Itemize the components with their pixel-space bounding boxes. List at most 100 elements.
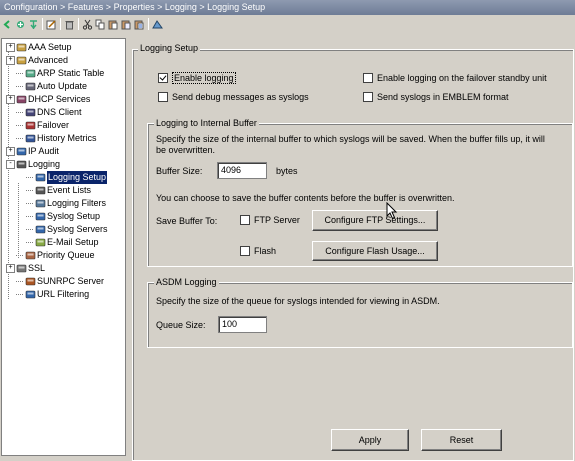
- tree-item-syslog-servers[interactable]: Syslog Servers: [26, 223, 108, 236]
- breadcrumb: Configuration > Features > Properties > …: [0, 0, 575, 15]
- tree-item-label: Event Lists: [47, 185, 92, 195]
- send-debug-checkbox[interactable]: Send debug messages as syslogs: [158, 92, 309, 102]
- flash-label: Flash: [254, 246, 277, 256]
- tree-item-e-mail-setup[interactable]: E-Mail Setup: [26, 236, 99, 249]
- pin-icon[interactable]: [28, 17, 39, 31]
- page-title: Logging Setup: [138, 43, 201, 54]
- tree-item-logging-setup[interactable]: Logging Setup: [26, 171, 108, 184]
- tree-connector: [16, 86, 23, 87]
- flash-checkbox[interactable]: Flash: [240, 246, 276, 256]
- tree-item-failover[interactable]: Failover: [16, 119, 69, 132]
- expand-icon[interactable]: +: [6, 43, 15, 52]
- send-emblem-checkbox[interactable]: Send syslogs in EMBLEM format: [363, 92, 509, 102]
- back-icon[interactable]: [2, 17, 13, 31]
- audit-icon: [16, 146, 27, 157]
- expand-icon[interactable]: +: [6, 147, 15, 156]
- tree-item-syslog-setup[interactable]: Syslog Setup: [26, 210, 100, 223]
- paste-icon[interactable]: [108, 17, 119, 31]
- tree-item-dns-client[interactable]: DNS Client: [16, 106, 82, 119]
- enable-logging-checkbox[interactable]: Enable logging: [158, 72, 236, 84]
- send-debug-box[interactable]: [158, 92, 168, 102]
- send-emblem-box[interactable]: [363, 92, 373, 102]
- enable-failover-logging-checkbox[interactable]: Enable logging on the failover standby u…: [363, 73, 547, 83]
- delete-icon[interactable]: [64, 17, 75, 31]
- tree-item-history-metrics[interactable]: History Metrics: [16, 132, 97, 145]
- queue-size-input[interactable]: 100: [218, 316, 267, 333]
- tree-item-label: DHCP Services: [28, 94, 91, 104]
- queue-icon: [25, 250, 36, 261]
- tree-item-label: IP Audit: [28, 146, 59, 156]
- tree-item-label: History Metrics: [37, 133, 97, 143]
- cut-icon[interactable]: [82, 17, 93, 31]
- tree-item-logging[interactable]: - Logging: [6, 158, 60, 171]
- tree-item-advanced[interactable]: + Advanced: [6, 54, 68, 67]
- flash-box[interactable]: [240, 246, 250, 256]
- feature-tree: + AAA Setup + Advanced ARP Static Table Auto …: [1, 38, 126, 456]
- ftp-server-box[interactable]: [240, 215, 250, 225]
- tree-item-label: SUNRPC Server: [37, 276, 105, 286]
- tree-item-label: AAA Setup: [28, 42, 72, 52]
- tree-item-auto-update[interactable]: Auto Update: [16, 80, 87, 93]
- buffer-description-line2: be overwritten.: [156, 145, 216, 155]
- tree-item-label: Logging: [28, 159, 61, 169]
- tree-item-label: Syslog Servers: [47, 224, 108, 234]
- tree-connector: [26, 229, 33, 230]
- buffer-size-input[interactable]: 4096: [217, 162, 267, 179]
- tree-item-label: Failover: [37, 120, 70, 130]
- copy-icon[interactable]: [95, 17, 106, 31]
- tree-item-arp-static-table[interactable]: ARP Static Table: [16, 67, 104, 80]
- ftp-server-checkbox[interactable]: FTP Server: [240, 215, 300, 225]
- list-icon: [35, 185, 46, 196]
- asdm-logging-group: [147, 282, 573, 348]
- tree-item-dhcp-services[interactable]: + DHCP Services: [6, 93, 90, 106]
- log-icon: [16, 159, 27, 170]
- buffer-size-unit: bytes: [276, 166, 298, 176]
- tree-connector: [26, 177, 33, 178]
- tree-item-aaa-setup[interactable]: + AAA Setup: [6, 41, 72, 54]
- tree-item-sunrpc-server[interactable]: SUNRPC Server: [16, 275, 104, 288]
- tree-item-label: URL Filtering: [37, 289, 90, 299]
- tree-connector: [16, 112, 23, 113]
- buffer-size-label: Buffer Size:: [156, 166, 203, 176]
- reset-button[interactable]: Reset: [421, 429, 502, 451]
- tree-item-ip-audit[interactable]: + IP Audit: [6, 145, 59, 158]
- forward-icon[interactable]: [15, 17, 26, 31]
- find-icon[interactable]: [152, 17, 163, 31]
- dhcp-icon: [16, 94, 27, 105]
- failover-icon: [25, 120, 36, 131]
- tree-connector: [16, 138, 23, 139]
- asdm-logging-title: ASDM Logging: [154, 277, 219, 288]
- tree-connector: [16, 255, 23, 256]
- expand-icon[interactable]: +: [6, 56, 15, 65]
- configure-flash-button[interactable]: Configure Flash Usage...: [312, 241, 438, 261]
- tree-item-label: Auto Update: [37, 81, 88, 91]
- save-buffer-note: You can choose to save the buffer conten…: [156, 193, 455, 203]
- paste-alt-icon[interactable]: [121, 17, 132, 31]
- tree-connector: [16, 125, 23, 126]
- chart-icon: [25, 133, 36, 144]
- collapse-icon[interactable]: -: [6, 160, 15, 169]
- tree-item-label: Advanced: [28, 55, 69, 65]
- syslog-icon: [35, 211, 46, 222]
- apply-button[interactable]: Apply: [331, 429, 409, 451]
- buffer-description-line1: Specify the size of the internal buffer …: [156, 134, 545, 144]
- enable-failover-box[interactable]: [363, 73, 373, 83]
- asdm-description: Specify the size of the queue for syslog…: [156, 296, 440, 306]
- save-buffer-label: Save Buffer To:: [156, 216, 218, 226]
- expand-icon[interactable]: +: [6, 95, 15, 104]
- enable-logging-box[interactable]: [158, 73, 168, 83]
- tree-item-priority-queue[interactable]: Priority Queue: [16, 249, 95, 262]
- configure-ftp-button[interactable]: Configure FTP Settings...: [312, 210, 438, 231]
- tree-item-logging-filters[interactable]: Logging Filters: [26, 197, 106, 210]
- tree-item-ssl[interactable]: + SSL: [6, 262, 45, 275]
- tree-item-event-lists[interactable]: Event Lists: [26, 184, 91, 197]
- tree-connector: [26, 190, 33, 191]
- tree-connector: [16, 73, 23, 74]
- paste-special-icon[interactable]: [134, 17, 145, 31]
- ssl-icon: [16, 263, 27, 274]
- expand-icon[interactable]: +: [6, 264, 15, 273]
- tree-item-label: ARP Static Table: [37, 68, 105, 78]
- edit-icon[interactable]: [46, 17, 57, 31]
- tree-item-url-filtering[interactable]: URL Filtering: [16, 288, 89, 301]
- table-icon: [25, 68, 36, 79]
